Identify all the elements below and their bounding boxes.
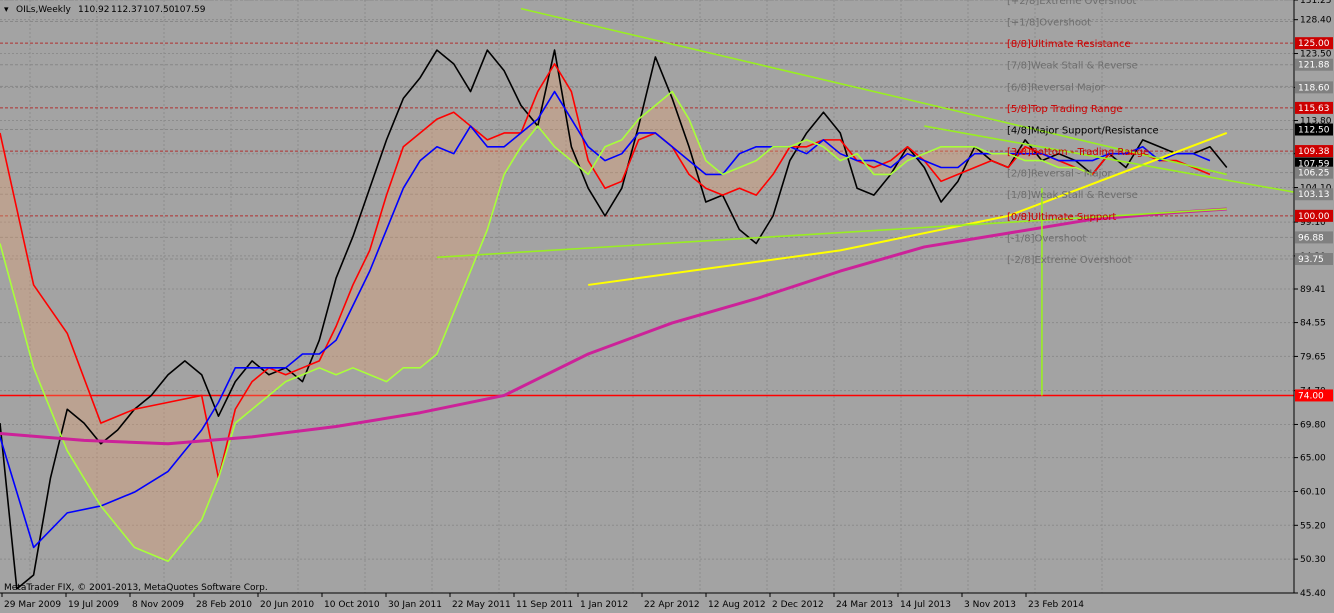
y-tick-label: 50.30 [1300,555,1326,565]
x-tick-label: 29 Mar 2009 [4,600,61,610]
low-value: 107.50 [143,5,175,15]
x-tick-label: 3 Nov 2013 [964,600,1016,610]
murrey-label: [8/8]Ultimate Resistance [1007,39,1131,50]
chart-header: ▾ OILs,Weekly 110.92 112.37 107.50 107.5… [4,5,206,15]
price-badge-label: 100.00 [1298,212,1330,222]
close-value: 107.59 [174,5,206,15]
open-value: 110.92 [78,5,110,15]
murrey-label: [7/8]Weak Stall & Reverse [1007,61,1138,72]
x-tick-label: 12 Aug 2012 [708,600,766,610]
x-tick-label: 28 Feb 2010 [196,600,252,610]
price-badge-label: 121.88 [1298,61,1330,71]
murrey-label: [1/8]Weak Stall & Reverse [1007,190,1138,201]
x-tick-label: 8 Nov 2009 [132,600,184,610]
y-tick-label: 89.41 [1300,285,1326,295]
price-badge-label: 109.38 [1298,147,1330,157]
price-badge-label: 125.00 [1298,39,1330,49]
copyright-notice: MetaTrader FIX, © 2001-2013, MetaQuotes … [4,583,268,593]
y-tick-label: 55.20 [1300,521,1326,531]
y-tick-label: 79.65 [1300,352,1326,362]
murrey-label: [+1/8]Overshoot [1007,18,1091,29]
murrey-label: [4/8]Major Support/Resistance [1007,126,1159,137]
x-tick-label: 22 May 2011 [452,600,511,610]
x-tick-label: 2 Dec 2012 [772,600,824,610]
y-tick-label: 60.10 [1300,487,1326,497]
price-badge-label: 74.00 [1298,391,1324,401]
murrey-label: [+2/8]Extreme Overshoot [1007,0,1136,7]
high-value: 112.37 [111,5,143,15]
murrey-label: [-2/8]Extreme Overshoot [1007,255,1132,266]
murrey-label: [2/8]Reversal - Major [1007,169,1112,180]
x-tick-label: 14 Jul 2013 [900,600,951,610]
y-tick-label: 84.55 [1300,319,1326,329]
x-tick-label: 23 Feb 2014 [1028,600,1084,610]
x-tick-label: 30 Jan 2011 [388,600,442,610]
price-badge-label: 112.50 [1298,126,1330,136]
price-badge-label: 103.13 [1298,190,1330,200]
x-tick-label: 24 Mar 2013 [836,600,893,610]
price-badge-label: 106.25 [1298,169,1330,179]
x-tick-label: 11 Sep 2011 [516,600,573,610]
price-badge-label: 96.88 [1298,233,1324,243]
y-tick-label: 128.40 [1300,16,1332,26]
y-tick-label: 45.40 [1300,589,1326,599]
y-tick-label: 69.80 [1300,420,1326,430]
y-tick-label: 123.50 [1300,50,1332,60]
y-tick-label: 131.25 [1300,0,1332,6]
y-tick-label: 65.00 [1300,454,1326,464]
x-tick-label: 22 Apr 2012 [644,600,700,610]
x-tick-label: 1 Jan 2012 [580,600,628,610]
x-tick-label: 20 Jun 2010 [260,600,314,610]
x-tick-label: 19 Jul 2009 [68,600,119,610]
dropdown-arrow-icon[interactable]: ▾ [4,5,9,15]
x-tick-label: 10 Oct 2010 [324,600,380,610]
price-badge-label: 93.75 [1298,255,1324,265]
murrey-label: [-1/8]Overshoot [1007,233,1086,244]
murrey-label: [5/8]Top Trading Range [1007,104,1123,115]
price-badge-label: 118.60 [1298,83,1330,93]
murrey-label: [0/8]Ultimate Support [1007,212,1116,223]
murrey-label: [3/8]Bottom - Trading Range [1007,147,1149,158]
murrey-label: [6/8]Reversal Major [1007,82,1106,93]
price-chart[interactable]: [+2/8]Extreme Overshoot [+1/8]Overshoot [8… [0,0,1334,613]
price-badge-label: 115.63 [1298,104,1330,114]
symbol-label: OILs,Weekly [16,5,71,15]
